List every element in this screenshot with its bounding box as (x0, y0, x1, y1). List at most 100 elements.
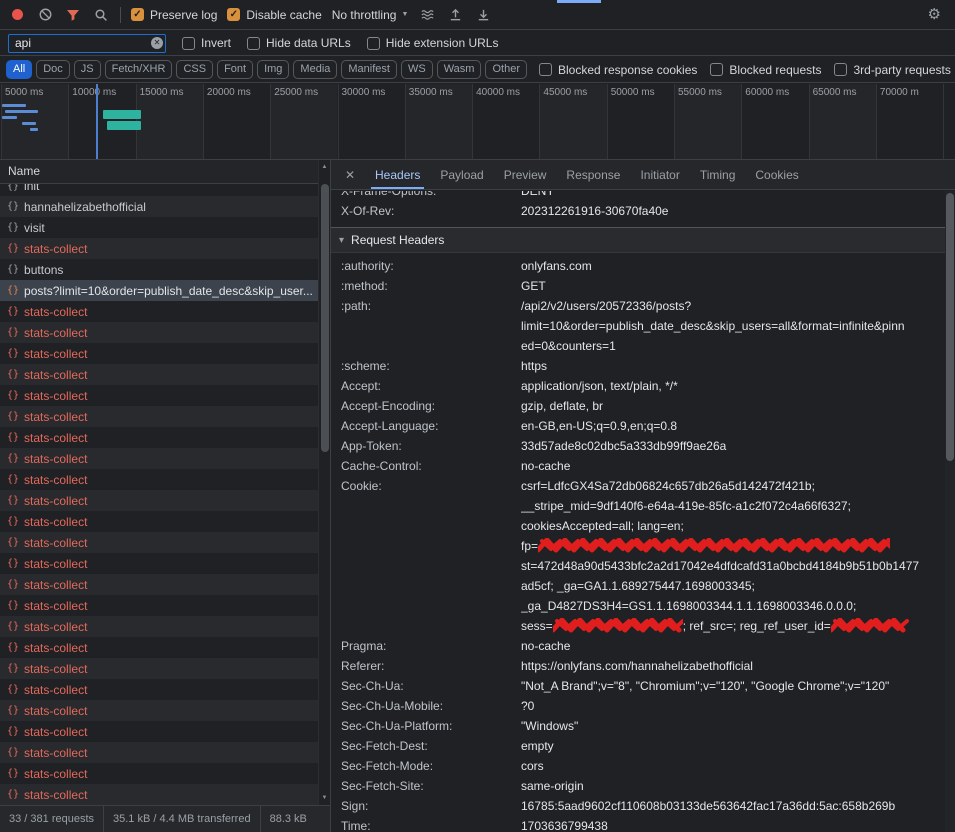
filter-chip-manifest[interactable]: Manifest (341, 60, 397, 79)
export-har-button[interactable] (474, 6, 492, 24)
active-panel-tab-indicator (557, 0, 601, 3)
tab-initiator[interactable]: Initiator (630, 160, 689, 189)
request-row[interactable]: {}stats-collect (0, 469, 318, 490)
checkbox-unchecked-icon[interactable] (182, 37, 195, 50)
checkbox-unchecked-icon[interactable] (539, 63, 552, 76)
request-row[interactable]: {}stats-collect (0, 448, 318, 469)
request-row[interactable]: {}stats-collect (0, 721, 318, 742)
request-row[interactable]: {}stats-collect (0, 616, 318, 637)
scrollbar-thumb[interactable] (321, 184, 329, 452)
checkbox-unchecked-icon[interactable] (247, 37, 260, 50)
invert-toggle[interactable]: Invert (182, 36, 231, 50)
request-row[interactable]: {}stats-collect (0, 364, 318, 385)
request-list: {}init{}hannahelizabethofficial{}visit {}… (0, 184, 318, 805)
checkbox-unchecked-icon[interactable] (834, 63, 847, 76)
timeline-gridline (674, 84, 675, 159)
search-button[interactable] (92, 6, 110, 24)
request-row[interactable]: {}stats-collect (0, 679, 318, 700)
checkbox-checked-icon[interactable]: ✓ (227, 8, 240, 21)
invert-label: Invert (201, 36, 231, 50)
request-name: stats-collect (24, 683, 87, 697)
filter-checkbox-group[interactable]: 3rd-party requests (834, 63, 950, 77)
network-conditions-button[interactable] (418, 6, 436, 24)
request-row[interactable]: {}stats-collect (0, 658, 318, 679)
close-details-icon[interactable]: ✕ (339, 160, 361, 189)
settings-gear-icon[interactable]: ⚙ (928, 7, 941, 22)
request-row[interactable]: {}stats-collect (0, 385, 318, 406)
request-row[interactable]: {}stats-collect (0, 301, 318, 322)
clear-filter-icon[interactable]: ✕ (151, 37, 163, 49)
request-row[interactable]: {}stats-collect (0, 700, 318, 721)
header-name: :authority: (331, 256, 521, 276)
throttling-dropdown[interactable]: No throttling ▼ (332, 8, 409, 22)
request-row[interactable]: {}posts?limit=10&order=publish_date_desc… (0, 280, 318, 301)
request-row[interactable]: {}hannahelizabethofficial (0, 196, 318, 217)
devtools-network-panel: ✓ Preserve log ✓ Disable cache No thrott… (0, 0, 955, 832)
request-row[interactable]: {}stats-collect (0, 511, 318, 532)
filter-chip-css[interactable]: CSS (176, 60, 213, 79)
tab-timing[interactable]: Timing (690, 160, 746, 189)
request-type-braces-icon: {} (7, 621, 19, 632)
disable-cache-toggle[interactable]: ✓ Disable cache (227, 8, 321, 22)
request-row[interactable]: {}buttons (0, 259, 318, 280)
record-button[interactable] (8, 6, 26, 24)
request-row[interactable]: {}init (0, 184, 318, 196)
request-row[interactable]: {}stats-collect (0, 595, 318, 616)
filter-chip-doc[interactable]: Doc (36, 60, 70, 79)
filter-chip-all[interactable]: All (6, 60, 32, 79)
checkbox-unchecked-icon[interactable] (710, 63, 723, 76)
tab-response[interactable]: Response (556, 160, 630, 189)
header-name: Sec-Fetch-Dest: (331, 736, 521, 756)
filter-input[interactable] (8, 34, 166, 53)
checkbox-unchecked-icon[interactable] (367, 37, 380, 50)
details-scrollbar[interactable] (945, 191, 955, 832)
request-row[interactable]: {}stats-collect (0, 784, 318, 805)
request-row[interactable]: {}stats-collect (0, 637, 318, 658)
headers-view: X-Frame-Options:DENYX-Of-Rev:20231226191… (331, 191, 945, 832)
hide-extension-urls-toggle[interactable]: Hide extension URLs (367, 36, 499, 50)
request-list-scrollbar[interactable]: ▲ ▼ (318, 160, 330, 805)
tab-preview[interactable]: Preview (494, 160, 557, 189)
header-name: Sec-Ch-Ua-Mobile: (331, 696, 521, 716)
name-column-header[interactable]: Name (0, 160, 330, 184)
request-row[interactable]: {}stats-collect (0, 763, 318, 784)
filter-chip-img[interactable]: Img (257, 60, 289, 79)
request-row[interactable]: {}stats-collect (0, 343, 318, 364)
request-row[interactable]: {}stats-collect (0, 742, 318, 763)
scrollbar-thumb[interactable] (946, 193, 954, 461)
request-row[interactable]: {}stats-collect (0, 322, 318, 343)
request-headers-section[interactable]: ▾ Request Headers (331, 227, 945, 253)
filter-button[interactable] (64, 6, 82, 24)
request-row[interactable]: {}stats-collect (0, 553, 318, 574)
request-row[interactable]: {}stats-collect (0, 406, 318, 427)
request-row[interactable]: {}stats-collect (0, 238, 318, 259)
clear-button[interactable] (36, 6, 54, 24)
filter-chip-wasm[interactable]: Wasm (437, 60, 482, 79)
filter-chip-fetch-xhr[interactable]: Fetch/XHR (105, 60, 173, 79)
filter-chip-js[interactable]: JS (74, 60, 101, 79)
scroll-up-icon[interactable]: ▲ (319, 160, 330, 174)
preserve-log-toggle[interactable]: ✓ Preserve log (131, 8, 217, 22)
network-toolbar: ✓ Preserve log ✓ Disable cache No thrott… (0, 0, 955, 30)
timeline-gridline (68, 84, 69, 159)
filter-chip-media[interactable]: Media (293, 60, 337, 79)
request-row[interactable]: {}visit (0, 217, 318, 238)
filter-chip-other[interactable]: Other (485, 60, 527, 79)
tab-cookies[interactable]: Cookies (745, 160, 808, 189)
request-row[interactable]: {}stats-collect (0, 574, 318, 595)
scroll-down-icon[interactable]: ▼ (319, 791, 330, 805)
filter-checkbox-group[interactable]: Blocked response cookies (539, 63, 697, 77)
request-row[interactable]: {}stats-collect (0, 490, 318, 511)
timeline-overview[interactable]: 5000 ms10000 ms15000 ms20000 ms25000 ms3… (0, 84, 955, 160)
tab-payload[interactable]: Payload (430, 160, 493, 189)
filter-chip-ws[interactable]: WS (401, 60, 433, 79)
filter-checkbox-group[interactable]: Blocked requests (710, 63, 821, 77)
import-har-button[interactable] (446, 6, 464, 24)
filter-chip-font[interactable]: Font (217, 60, 253, 79)
request-row[interactable]: {}stats-collect (0, 427, 318, 448)
checkbox-checked-icon[interactable]: ✓ (131, 8, 144, 21)
request-row[interactable]: {}stats-collect (0, 532, 318, 553)
tab-headers[interactable]: Headers (365, 160, 430, 189)
hide-data-urls-toggle[interactable]: Hide data URLs (247, 36, 351, 50)
request-name: stats-collect (24, 641, 87, 655)
